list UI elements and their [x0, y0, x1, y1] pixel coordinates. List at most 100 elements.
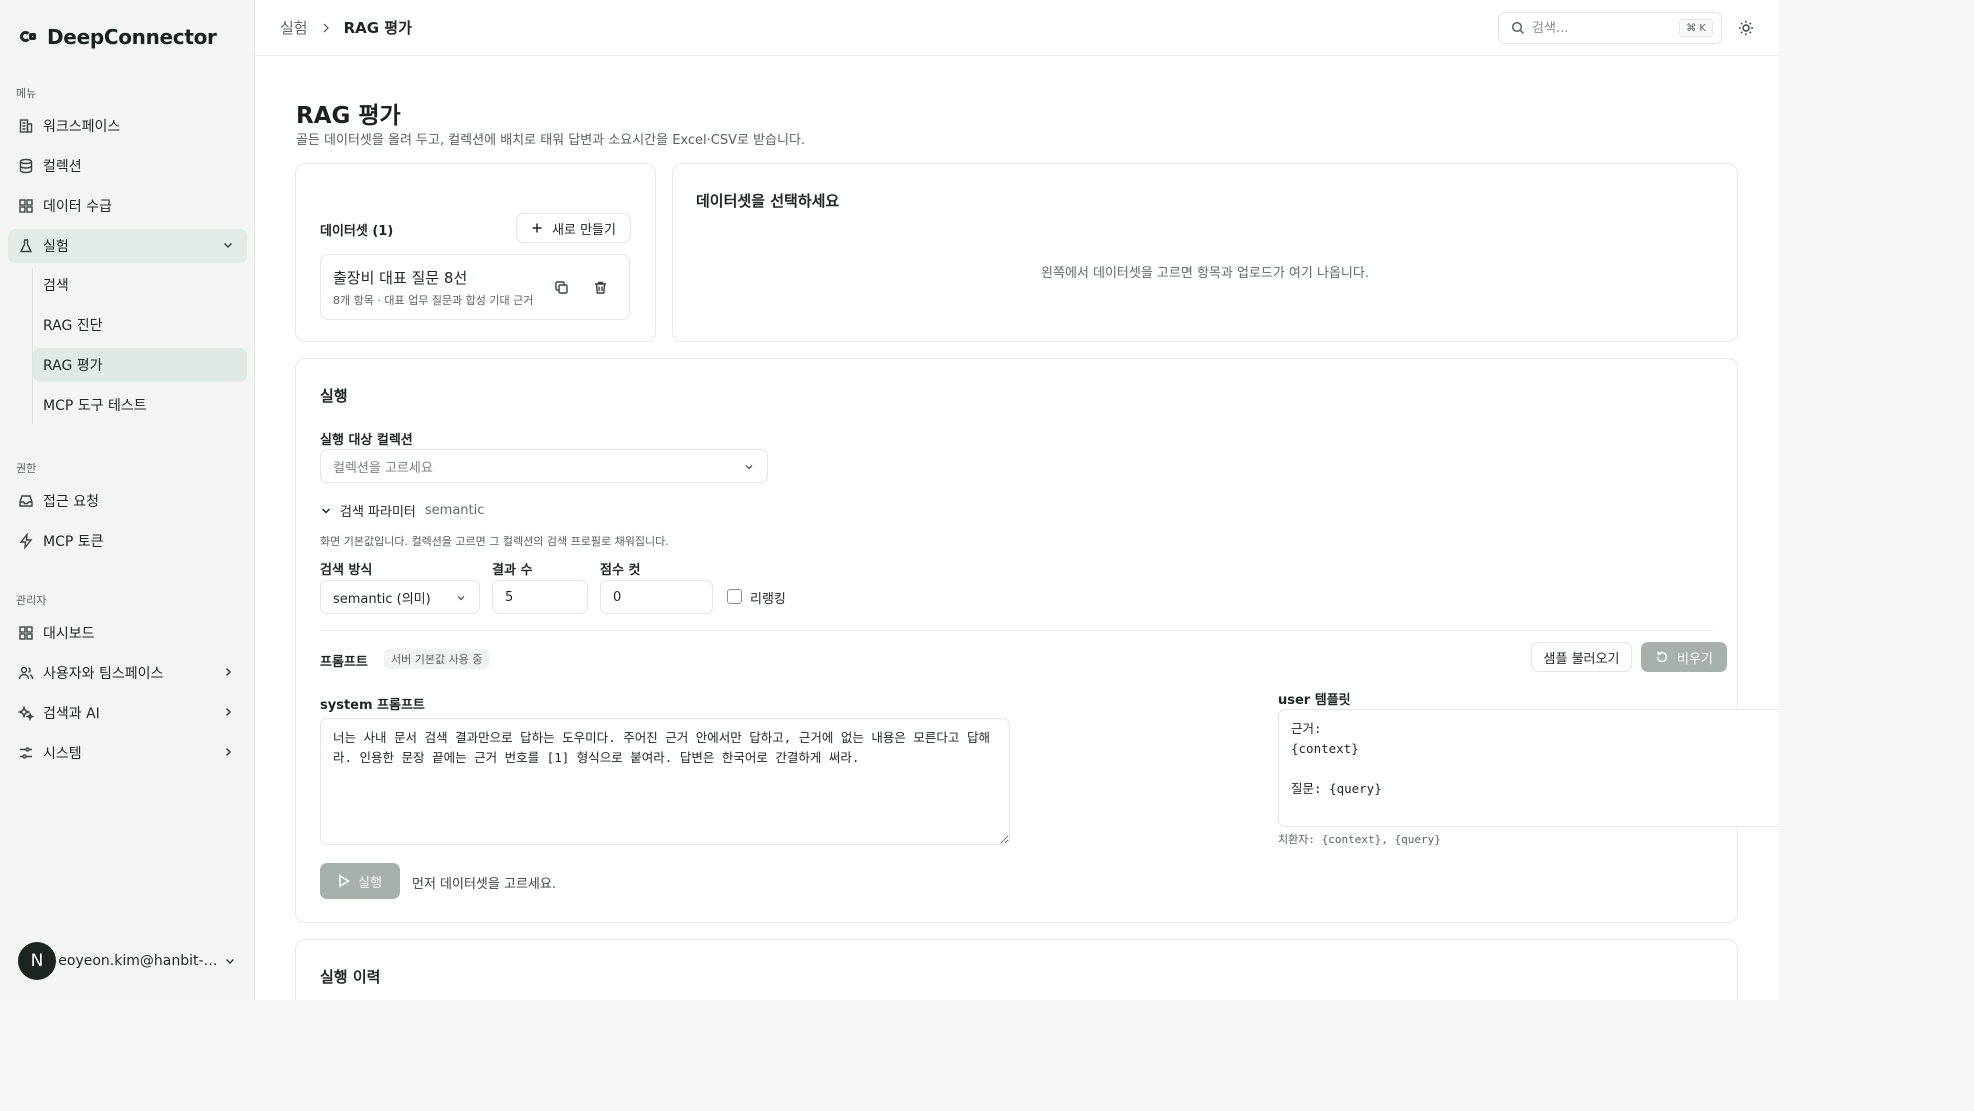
user-menu[interactable]: N seoyeon.kim@hanbit-de...: [18, 942, 242, 980]
sidebar-subitem-rag-diagnosis[interactable]: RAG 진단: [33, 308, 247, 342]
bolt-icon: [18, 533, 34, 549]
trash-icon: [593, 280, 608, 295]
users-icon: [18, 665, 34, 681]
sidebar-item-label: 컬렉션: [43, 159, 82, 175]
chevron-down-icon: [221, 238, 235, 252]
app-window: DeepConnector 메뉴 워크스페이스 컬렉션 데이터 수급 실험 검색…: [0, 0, 1778, 1000]
section-label-admin: 관리자: [16, 594, 47, 607]
load-sample-button[interactable]: 샘플 불러오기: [1531, 642, 1632, 672]
run-button[interactable]: 실행: [320, 863, 400, 899]
sidebar-item-label: 접근 요청: [43, 494, 99, 510]
plus-icon: [531, 222, 543, 234]
sidebar-item-label: 실험: [43, 239, 69, 255]
run-history-card: 실행 이력: [295, 939, 1738, 1000]
dataset-list-item[interactable]: 출장비 대표 질문 8선 8개 항목 · 대표 업무 질문과 합성 기대 근거: [320, 254, 630, 320]
sidebar-item-collection[interactable]: 컬렉션: [8, 149, 247, 183]
building-icon: [18, 118, 34, 134]
system-prompt-label: system 프롬프트: [320, 698, 425, 713]
theme-toggle-button[interactable]: [1735, 17, 1757, 39]
collection-placeholder: 컬렉션을 고르세요: [333, 460, 433, 476]
user-template-textarea[interactable]: [1278, 709, 1778, 827]
breadcrumb: 실험 RAG 평가: [280, 17, 412, 38]
system-prompt-textarea[interactable]: [320, 718, 1010, 845]
user-template-label: user 템플릿: [1278, 693, 1351, 708]
new-dataset-button[interactable]: 새로 만들기: [516, 213, 631, 243]
sidebar-subitem-mcp-tool-test[interactable]: MCP 도구 테스트: [33, 388, 247, 422]
delete-dataset-button[interactable]: [589, 276, 611, 298]
search-icon: [1511, 21, 1525, 35]
database-icon: [18, 158, 34, 174]
global-search[interactable]: ⌘ K: [1498, 12, 1722, 44]
dataset-detail-card: 데이터셋을 선택하세요 왼쪽에서 데이터셋을 고르면 항목과 업로드가 여기 나…: [672, 163, 1738, 342]
app-name: DeepConnector: [47, 25, 217, 49]
avatar: N: [18, 942, 56, 980]
search-method-select[interactable]: semantic (의미): [320, 580, 480, 614]
dataset-name: 출장비 대표 질문 8선: [333, 269, 468, 287]
score-cutoff-input[interactable]: [600, 580, 713, 614]
chevron-right-icon: [221, 665, 235, 679]
sidebar-item-dashboard[interactable]: 대시보드: [8, 616, 247, 650]
search-params-note: 화면 기본값입니다. 컬렉션을 고르면 그 컬렉션의 검색 프로필로 채워집니다…: [320, 535, 669, 548]
chevron-right-icon: [221, 745, 235, 759]
dataset-meta: 8개 항목 · 대표 업무 질문과 합성 기대 근거: [333, 294, 534, 307]
sidebar-item-data-ingest[interactable]: 데이터 수급: [8, 189, 247, 223]
sidebar-subitem-rag-eval[interactable]: RAG 평가: [33, 348, 247, 382]
search-method-label: 검색 방식: [320, 563, 373, 578]
inbox-icon: [18, 493, 34, 509]
app-logo[interactable]: DeepConnector: [20, 25, 217, 49]
chevron-down-icon: [743, 461, 755, 473]
duplicate-dataset-button[interactable]: [550, 276, 572, 298]
sidebar-item-search-ai[interactable]: 검색과 AI: [8, 696, 247, 730]
search-params-mode: semantic: [424, 503, 485, 518]
rerank-checkbox[interactable]: [727, 589, 742, 604]
collection-select[interactable]: 컬렉션을 고르세요: [320, 449, 768, 483]
dataset-list-title: 데이터셋 (1): [320, 224, 394, 239]
score-cutoff-label: 점수 컷: [600, 563, 641, 578]
clear-prompt-button[interactable]: 비우기: [1641, 642, 1727, 672]
flask-icon: [18, 238, 34, 254]
placeholder-hint: 치환자: {context}, {query}: [1278, 833, 1441, 846]
load-sample-label: 샘플 불러오기: [1543, 651, 1620, 667]
sidebar-item-label: 데이터 수급: [43, 199, 112, 215]
grid-icon: [18, 198, 34, 214]
dataset-list-card: 데이터셋 (1) 새로 만들기 출장비 대표 질문 8선 8개 항목 · 대표 …: [295, 163, 656, 342]
chevron-right-icon: [321, 22, 331, 34]
sliders-icon: [18, 745, 34, 761]
sidebar-subitem-search[interactable]: 검색: [33, 268, 247, 302]
breadcrumb-item[interactable]: 실험: [280, 17, 308, 38]
section-label-menu: 메뉴: [16, 87, 37, 100]
main-content: 실험 RAG 평가 ⌘ K RAG 평가 골든 데이터셋을 올려 두고, 컬렉: [255, 0, 1778, 1000]
run-card: 실행 실행 대상 컬렉션 컬렉션을 고르세요 검색 파라미터 semantic …: [295, 358, 1778, 923]
page-title: RAG 평가: [296, 103, 401, 129]
dataset-detail-title: 데이터셋을 선택하세요: [696, 192, 840, 210]
empty-state-message: 왼쪽에서 데이터셋을 고르면 항목과 업로드가 여기 나옵니다.: [1041, 266, 1369, 281]
sidebar-item-label: 검색과 AI: [43, 706, 100, 722]
user-email: seoyeon.kim@hanbit-de...: [51, 953, 219, 969]
search-params-toggle[interactable]: 검색 파라미터 semantic: [320, 501, 484, 520]
copy-icon: [554, 280, 569, 295]
sidebar-item-access-request[interactable]: 접근 요청: [8, 484, 247, 518]
sidebar-item-label: 워크스페이스: [43, 119, 121, 135]
search-input[interactable]: [1532, 20, 1672, 36]
sun-icon: [1738, 20, 1754, 36]
run-hint: 먼저 데이터셋을 고르세요.: [412, 877, 556, 892]
breadcrumb-current: RAG 평가: [343, 19, 412, 37]
top-k-input[interactable]: [492, 580, 588, 614]
sidebar-item-users-teamspaces[interactable]: 사용자와 팀스페이스: [8, 656, 247, 690]
section-label-permission: 권한: [16, 462, 37, 475]
chevron-down-icon: [320, 505, 332, 517]
reset-icon: [1655, 650, 1669, 664]
sidebar-item-mcp-token[interactable]: MCP 토큰: [8, 524, 247, 558]
sidebar-item-experiment[interactable]: 실험: [8, 229, 247, 263]
chevron-down-icon: [455, 592, 467, 604]
rerank-label: 리랭킹: [750, 592, 786, 607]
sidebar-item-label: 사용자와 팀스페이스: [43, 666, 164, 682]
topbar: 실험 RAG 평가 ⌘ K: [255, 0, 1778, 56]
search-shortcut: ⌘ K: [1679, 19, 1713, 37]
search-method-value: semantic (의미): [333, 591, 431, 607]
prompt-label: 프롬프트: [320, 655, 368, 670]
sidebar-item-system[interactable]: 시스템: [8, 736, 247, 770]
page-description: 골든 데이터셋을 올려 두고, 컬렉션에 배치로 태워 답변과 소요시간을 Ex…: [296, 133, 806, 148]
sidebar-item-workspace[interactable]: 워크스페이스: [8, 109, 247, 143]
chevron-down-icon: [223, 954, 237, 968]
